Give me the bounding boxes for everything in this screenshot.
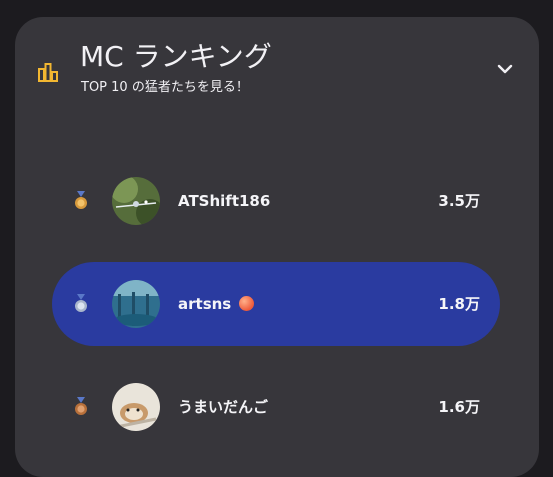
medal-icon	[75, 294, 87, 312]
user-name: ATShift186	[178, 192, 271, 210]
chevron-down-icon[interactable]	[495, 59, 515, 79]
avatar[interactable]	[112, 383, 160, 431]
ranking-row-1[interactable]: ATShift186 3.5万	[52, 159, 500, 243]
leaderboard-icon	[38, 63, 58, 82]
user-name: artsns	[178, 293, 255, 315]
avatar[interactable]	[112, 280, 160, 328]
ranking-row-3[interactable]: うまいだんご 1.6万	[52, 365, 500, 449]
ranking-card: MC ランキング TOP 10 の猛者たちを見る！ ATShift186 3.5…	[15, 17, 539, 477]
score-count: 3.5万	[438, 192, 480, 210]
orange-ball-icon	[239, 296, 255, 311]
medal-icon	[75, 191, 87, 209]
ranking-row-2[interactable]: artsns 1.8万	[52, 262, 500, 346]
user-name: うまいだんご	[178, 398, 269, 416]
user-name-text: artsns	[178, 295, 232, 313]
card-title: MC ランキング	[80, 40, 272, 73]
score-count: 1.6万	[438, 398, 480, 416]
card-subtitle: TOP 10 の猛者たちを見る！	[81, 80, 249, 95]
score-count: 1.8万	[438, 295, 480, 313]
medal-icon	[75, 397, 87, 415]
avatar[interactable]	[112, 177, 160, 225]
